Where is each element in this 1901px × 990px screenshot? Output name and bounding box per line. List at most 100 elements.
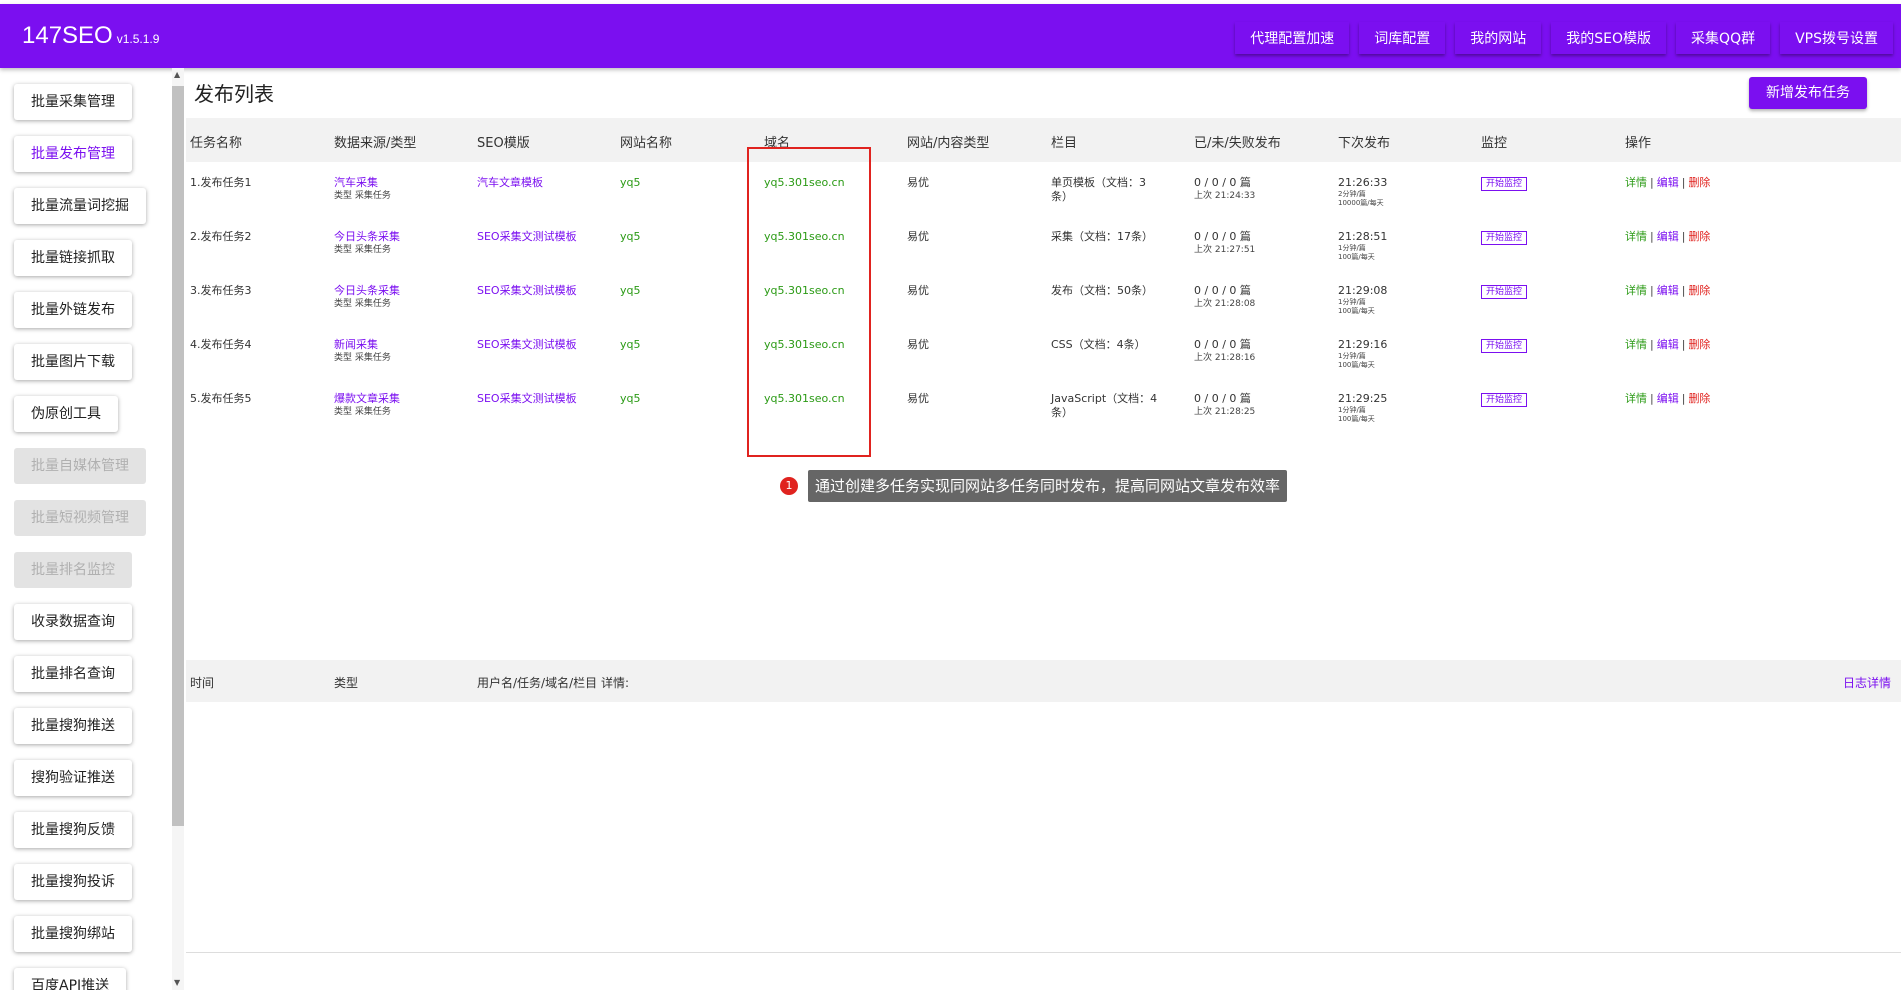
template-link[interactable]: SEO采集文测试模板 (477, 392, 577, 406)
column-header: 已/未/失败发布 (1194, 136, 1281, 151)
edit-link[interactable]: 编辑 (1657, 230, 1679, 243)
delete-link[interactable]: 删除 (1688, 230, 1710, 243)
delete-link[interactable]: 删除 (1688, 284, 1710, 297)
source-link[interactable]: 爆款文章采集 (334, 392, 400, 406)
log-detail-link[interactable]: 日志详情 (1843, 674, 1891, 691)
column-line: 条） (1051, 406, 1073, 419)
actions-cell: 详情 | 编辑 | 删除 (1625, 284, 1710, 298)
nav-qq-group[interactable]: 采集QQ群 (1676, 22, 1770, 54)
column-info: 单页模板（文档：3 条） (1051, 176, 1146, 204)
detail-link[interactable]: 详情 (1625, 230, 1647, 243)
detail-link[interactable]: 详情 (1625, 392, 1647, 405)
start-monitor-button[interactable]: 开始监控 (1481, 177, 1528, 191)
scroll-up-icon[interactable]: ▲ (174, 70, 180, 79)
source-cell: 汽车采集 类型 采集任务 (334, 176, 391, 202)
sidebar-item-backlink-publish[interactable]: 批量外链发布 (14, 292, 132, 328)
task-name: 4.发布任务4 (190, 338, 252, 351)
separator: | (1650, 176, 1654, 189)
site-name: yq5 (620, 338, 641, 351)
sidebar-item-sogou-push[interactable]: 批量搜狗推送 (14, 708, 132, 744)
sidebar-item-traffic-keywords[interactable]: 批量流量词挖掘 (14, 188, 146, 224)
source-link[interactable]: 今日头条采集 (334, 230, 400, 244)
sidebar-item-link-crawl[interactable]: 批量链接抓取 (14, 240, 132, 276)
sidebar-item-batch-collect[interactable]: 批量采集管理 (14, 84, 132, 120)
add-publish-task-button[interactable]: 新增发布任务 (1749, 77, 1867, 109)
sidebar-item-batch-publish[interactable]: 批量发布管理 (14, 136, 132, 172)
edit-link[interactable]: 编辑 (1657, 284, 1679, 297)
detail-link[interactable]: 详情 (1625, 176, 1647, 189)
separator: | (1650, 338, 1654, 351)
edit-link[interactable]: 编辑 (1657, 176, 1679, 189)
scrollbar-thumb[interactable] (172, 86, 184, 826)
table-row: 2.发布任务2 今日头条采集 类型 采集任务 SEO采集文测试模板 yq5 yq… (186, 218, 1901, 272)
source-cell: 爆款文章采集 类型 采集任务 (334, 392, 400, 418)
edit-link[interactable]: 编辑 (1657, 392, 1679, 405)
sidebar-item-short-video: 批量短视频管理 (14, 500, 146, 536)
sidebar-item-index-query[interactable]: 收录数据查询 (14, 604, 132, 640)
source-link[interactable]: 今日头条采集 (334, 284, 400, 298)
column-line: 单页模板（文档：3 (1051, 176, 1146, 189)
log-column-header: 时间 (190, 676, 215, 690)
next-publish: 21:26:33 2分钟/篇 10000篇/每天 (1338, 176, 1387, 208)
next-limit: 100篇/每天 (1338, 307, 1375, 315)
sidebar-item-sogou-feedback[interactable]: 批量搜狗反馈 (14, 812, 132, 848)
table-row: 5.发布任务5 爆款文章采集 类型 采集任务 SEO采集文测试模板 yq5 yq… (186, 380, 1901, 434)
detail-link[interactable]: 详情 (1625, 338, 1647, 351)
nav-lexicon-config[interactable]: 词库配置 (1359, 22, 1445, 54)
next-interval: 2分钟/篇 (1338, 190, 1366, 198)
nav-my-sites[interactable]: 我的网站 (1455, 22, 1541, 54)
delete-link[interactable]: 删除 (1688, 338, 1710, 351)
sidebar-scrollbar[interactable]: ▲ ▼ (172, 68, 184, 990)
monitor-cell: 开始监控 (1481, 230, 1528, 245)
template-link[interactable]: SEO采集文测试模板 (477, 230, 577, 244)
monitor-cell: 开始监控 (1481, 338, 1528, 353)
site-name: yq5 (620, 284, 641, 297)
next-limit: 100篇/每天 (1338, 415, 1375, 423)
site-name: yq5 (620, 392, 641, 405)
source-link[interactable]: 新闻采集 (334, 338, 391, 352)
nav-vps-dial[interactable]: VPS拨号设置 (1780, 22, 1893, 54)
annotation-tooltip: 通过创建多任务实现同网站多任务同时发布，提高同网站文章发布效率 (808, 470, 1288, 502)
publish-counts: 0 / 0 / 0 篇 上次 21:28:16 (1194, 338, 1255, 364)
sidebar-item-image-download[interactable]: 批量图片下载 (14, 344, 132, 380)
column-info: JavaScript（文档：4 条） (1051, 392, 1157, 420)
log-column-header: 用户名/任务/域名/栏目 详情: (477, 676, 629, 690)
scroll-down-icon[interactable]: ▼ (174, 978, 180, 987)
site-type: 易优 (907, 284, 929, 297)
separator: | (1681, 230, 1686, 243)
start-monitor-button[interactable]: 开始监控 (1481, 339, 1528, 353)
template-link[interactable]: 汽车文章模板 (477, 176, 543, 190)
task-name: 2.发布任务2 (190, 230, 252, 243)
nav-my-seo-templates[interactable]: 我的SEO模版 (1551, 22, 1666, 54)
start-monitor-button[interactable]: 开始监控 (1481, 231, 1528, 245)
sidebar-item-baidu-api-push[interactable]: 百度API推送 (14, 968, 127, 990)
sidebar-item-rank-query[interactable]: 批量排名查询 (14, 656, 132, 692)
next-interval: 1分钟/篇 (1338, 352, 1366, 360)
sidebar-item-sogou-bind[interactable]: 批量搜狗绑站 (14, 916, 132, 952)
sidebar: 批量采集管理 批量发布管理 批量流量词挖掘 批量链接抓取 批量外链发布 批量图片… (0, 68, 170, 990)
next-publish: 21:29:25 1分钟/篇 100篇/每天 (1338, 392, 1387, 424)
count-values: 0 / 0 / 0 篇 (1194, 392, 1251, 405)
template-link[interactable]: SEO采集文测试模板 (477, 284, 577, 298)
start-monitor-button[interactable]: 开始监控 (1481, 285, 1528, 299)
separator: | (1681, 176, 1686, 189)
delete-link[interactable]: 删除 (1688, 176, 1710, 189)
start-monitor-button[interactable]: 开始监控 (1481, 393, 1528, 407)
last-publish: 上次 21:24:33 (1194, 191, 1256, 201)
task-name: 3.发布任务3 (190, 284, 252, 297)
log-header: 时间 类型 用户名/任务/域名/栏目 详情: 日志详情 (186, 660, 1901, 702)
source-link[interactable]: 汽车采集 (334, 176, 391, 190)
table-row: 1.发布任务1 汽车采集 类型 采集任务 汽车文章模板 yq5 yq5.301s… (186, 164, 1901, 218)
edit-link[interactable]: 编辑 (1657, 338, 1679, 351)
delete-link[interactable]: 删除 (1688, 392, 1710, 405)
count-values: 0 / 0 / 0 篇 (1194, 284, 1251, 297)
column-header: SEO模版 (477, 136, 530, 151)
page-title: 发布列表 (194, 82, 274, 106)
sidebar-item-rewrite-tool[interactable]: 伪原创工具 (14, 396, 118, 432)
sidebar-item-sogou-complaint[interactable]: 批量搜狗投诉 (14, 864, 132, 900)
nav-proxy-config[interactable]: 代理配置加速 (1235, 22, 1349, 54)
column-header: 操作 (1625, 136, 1652, 151)
sidebar-item-sogou-verify-push[interactable]: 搜狗验证推送 (14, 760, 132, 796)
detail-link[interactable]: 详情 (1625, 284, 1647, 297)
template-link[interactable]: SEO采集文测试模板 (477, 338, 577, 352)
